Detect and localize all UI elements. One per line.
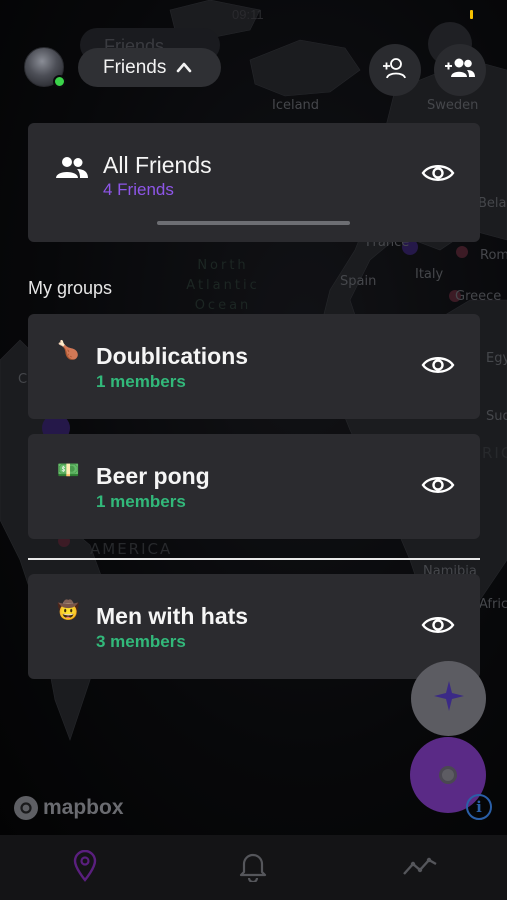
all-friends-title: All Friends [103, 152, 212, 178]
people-icon [55, 156, 89, 185]
tab-activity[interactable] [400, 851, 440, 885]
drag-handle[interactable] [157, 221, 350, 225]
group-card-beer-pong[interactable]: 💵 Beer pong 1 members [28, 434, 480, 539]
activity-chart-icon [402, 855, 438, 882]
compass-star-icon [433, 680, 465, 717]
my-groups-heading: My groups [28, 278, 113, 298]
info-icon: i [476, 798, 482, 816]
map-pin-icon [72, 849, 98, 887]
group-visibility-toggle[interactable] [420, 354, 456, 380]
eye-icon [421, 354, 455, 381]
eye-icon [421, 614, 455, 641]
all-friends-visibility-toggle[interactable] [420, 162, 456, 188]
eye-icon [421, 474, 455, 501]
mapbox-label: mapbox [43, 796, 124, 819]
group-members-count: 1 members [96, 492, 186, 511]
online-status-dot [53, 75, 66, 88]
tab-notifications[interactable] [233, 851, 273, 885]
mapbox-logo-icon [14, 796, 38, 820]
section-divider [28, 558, 480, 560]
group-members-count: 3 members [96, 632, 186, 651]
map-info-button[interactable]: i [466, 794, 492, 820]
group-name: Men with hats [96, 603, 249, 629]
tab-map[interactable] [65, 849, 105, 887]
eye-icon [421, 162, 455, 189]
add-friend-button[interactable] [369, 44, 421, 96]
group-visibility-toggle[interactable] [420, 614, 456, 640]
record-dot-icon [439, 766, 457, 784]
add-group-icon [444, 57, 476, 84]
all-friends-card[interactable]: All Friends 4 Friends [28, 123, 480, 242]
compass-button[interactable] [411, 661, 486, 736]
friends-dropdown-label: Friends [103, 56, 167, 78]
group-card-doublications[interactable]: 🍗 Doublications 1 members [28, 314, 480, 419]
bottom-tab-bar [0, 835, 507, 900]
status-bar: 09:11 [0, 4, 507, 24]
group-card-men-with-hats[interactable]: 🤠 Men with hats 3 members [28, 574, 480, 679]
friends-dropdown-button[interactable]: Friends [78, 48, 221, 87]
chevron-up-icon [176, 57, 192, 79]
group-members-count: 1 members [96, 372, 186, 391]
group-name: Doublications [96, 343, 249, 369]
user-avatar[interactable] [24, 47, 66, 88]
add-group-button[interactable] [434, 44, 486, 96]
poultry-leg-icon: 🍗 [57, 340, 80, 360]
bell-icon [239, 850, 267, 887]
mapbox-attribution[interactable]: mapbox [14, 796, 124, 820]
cowboy-face-icon: 🤠 [57, 600, 80, 620]
add-person-icon [382, 56, 408, 85]
money-bill-icon: 💵 [57, 460, 80, 480]
group-name: Beer pong [96, 463, 210, 489]
all-friends-count: 4 Friends [103, 180, 174, 199]
battery-icon [470, 10, 473, 19]
group-visibility-toggle[interactable] [420, 474, 456, 500]
status-time: 09:11 [232, 7, 264, 22]
